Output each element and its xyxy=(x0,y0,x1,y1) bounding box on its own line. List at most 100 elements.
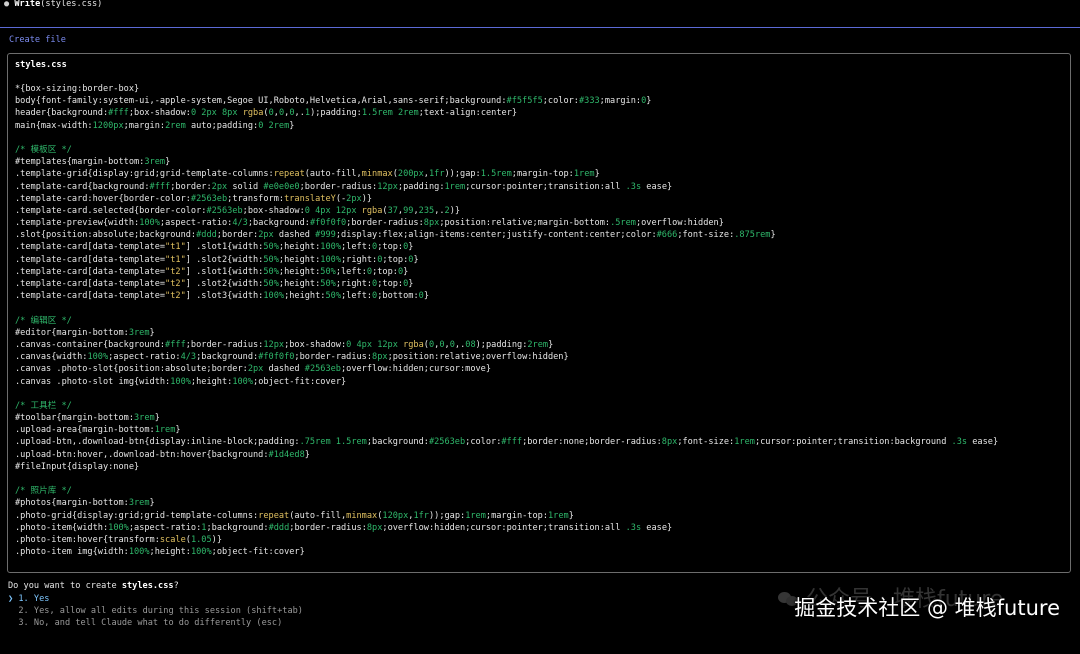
code-token: )} xyxy=(449,205,461,216)
tool-name: Write xyxy=(14,0,41,9)
code-token: minmax xyxy=(361,169,393,180)
code-line: .photo-item img{width:100%;height:100%;o… xyxy=(15,546,998,558)
code-token: "t2" xyxy=(165,266,186,277)
code-token: #f0f0f0 xyxy=(309,218,347,229)
code-token: (- xyxy=(335,193,347,204)
code-token: .3s xyxy=(625,522,642,533)
code-token: *{box-sizing:border-box} xyxy=(15,84,140,94)
code-token: 0 4px 12px xyxy=(346,339,404,350)
code-token: .template-card:hover{border-color: xyxy=(15,193,191,204)
option-label: Yes xyxy=(33,594,50,604)
code-token: } xyxy=(304,449,310,460)
code-line: #fileInput{display:none} xyxy=(15,461,998,473)
code-line: .upload-area{margin-bottom:1rem} xyxy=(15,424,998,436)
code-token: 8px xyxy=(366,522,383,533)
code-token: 100% xyxy=(320,254,341,265)
code-token: ;color: xyxy=(465,437,502,448)
code-token: body{font-family:system-ui,-apple-system… xyxy=(15,96,507,107)
code-token: 1fr xyxy=(428,169,445,180)
code-token: ;top: xyxy=(382,254,409,265)
code-line: .template-grid{display:grid;grid-templat… xyxy=(15,168,998,180)
code-line: body{font-family:system-ui,-apple-system… xyxy=(15,95,998,107)
option-marker xyxy=(8,606,13,616)
code-line: .canvas-container{background:#fff;border… xyxy=(15,339,998,351)
code-token: .canvas{width: xyxy=(15,352,88,363)
question-text: Do you want to create xyxy=(8,581,122,591)
status-bullet: ● xyxy=(4,0,10,9)
code-token: ;height: xyxy=(278,242,321,253)
code-token: 3rem xyxy=(144,157,166,168)
divider-line xyxy=(0,27,1080,28)
code-token: } xyxy=(403,266,409,277)
code-line: .template-card:hover{border-color:#2563e… xyxy=(15,193,998,205)
code-line: header{background:#fff;box-shadow:0 2px … xyxy=(15,107,998,119)
code-token: rgba xyxy=(242,108,264,119)
code-token: 1200px xyxy=(92,120,124,131)
code-token: } xyxy=(548,339,554,350)
code-line: #photos{margin-bottom:3rem} xyxy=(15,497,998,509)
code-line: .template-card[data-template="t2"] .slot… xyxy=(15,278,998,290)
code-token: 12px xyxy=(263,339,285,350)
code-token: "t1" xyxy=(165,242,186,253)
code-token: } xyxy=(154,413,160,424)
code-line: .template-card{background:#fff;border:2p… xyxy=(15,181,998,193)
code-token: ;top: xyxy=(377,242,404,253)
code-token: } xyxy=(423,291,430,302)
option-label: Yes, allow all edits during this session… xyxy=(33,606,303,616)
code-token: ;object-fit:cover} xyxy=(253,376,347,387)
code-line: .slot{position:absolute;background:#ddd;… xyxy=(15,229,998,241)
code-token: 50% xyxy=(320,266,336,277)
code-token: } xyxy=(770,230,776,241)
code-token: ;transform: xyxy=(227,193,285,204)
code-token: #fff xyxy=(165,339,186,350)
code-token: ;margin-top: xyxy=(511,169,574,180)
code-token: .3s xyxy=(625,181,642,192)
code-token: solid xyxy=(227,181,264,192)
code-token: .photo-grid{display:grid;grid-template-c… xyxy=(15,510,259,521)
code-token: (auto-fill, xyxy=(304,169,362,180)
code-token: ;height: xyxy=(190,376,233,387)
code-token: 50% xyxy=(263,279,279,289)
code-token: ;height: xyxy=(278,254,321,265)
code-token: ;font-size: xyxy=(677,230,735,241)
code-token: 50% xyxy=(263,266,279,277)
code-token: 8px xyxy=(423,218,440,229)
code-token: #2563eb xyxy=(304,364,341,375)
code-token: .template-card[data-template= xyxy=(15,279,166,289)
code-token: ;background: xyxy=(206,522,269,533)
code-token: ));gap: xyxy=(444,169,481,180)
code-token: ;overflow:hidden;cursor:move} xyxy=(340,364,492,375)
option-marker xyxy=(8,618,13,628)
code-token: #ddd xyxy=(196,230,217,241)
code-token: ease} xyxy=(967,437,999,448)
code-token: 8px xyxy=(661,437,678,448)
code-token: ;display:flex;align-items:center;justify… xyxy=(335,230,657,241)
code-token: ;border-radius: xyxy=(294,352,373,363)
code-line: .template-card.selected{border-color:#25… xyxy=(15,205,998,217)
code-token: 0 2rem xyxy=(258,120,290,131)
code-token: ;bottom: xyxy=(377,291,419,302)
code-token: #2563eb xyxy=(190,193,228,204)
code-token: ));gap: xyxy=(428,510,466,521)
code-token: ,. xyxy=(434,205,445,216)
code-token: 1rem xyxy=(734,437,755,448)
option-yes-all[interactable]: 2. Yes, allow all edits during this sess… xyxy=(8,605,303,617)
option-yes[interactable]: ❯ 1. Yes xyxy=(8,593,49,605)
code-token: header{background: xyxy=(15,108,109,119)
code-token: #1d4ed8 xyxy=(268,449,305,460)
code-line: /* 照片库 */ xyxy=(15,485,998,497)
code-token: 1.5rem 2rem xyxy=(361,108,419,119)
code-token: 100% xyxy=(128,547,150,558)
create-file-label: Create file xyxy=(9,35,66,45)
code-token: } xyxy=(568,510,574,521)
code-token: )} xyxy=(361,193,373,204)
option-no[interactable]: 3. No, and tell Claude what to do differ… xyxy=(8,617,282,629)
file-name: styles.css xyxy=(15,60,67,70)
code-token: 12px xyxy=(377,181,398,192)
code-token: } xyxy=(408,279,414,289)
code-token: #2563eb xyxy=(428,437,466,448)
code-token: #e0e0e0 xyxy=(263,181,300,192)
code-token: 1rem xyxy=(154,425,176,436)
code-token: #ddd xyxy=(268,522,290,533)
code-token: 50% xyxy=(320,279,336,289)
